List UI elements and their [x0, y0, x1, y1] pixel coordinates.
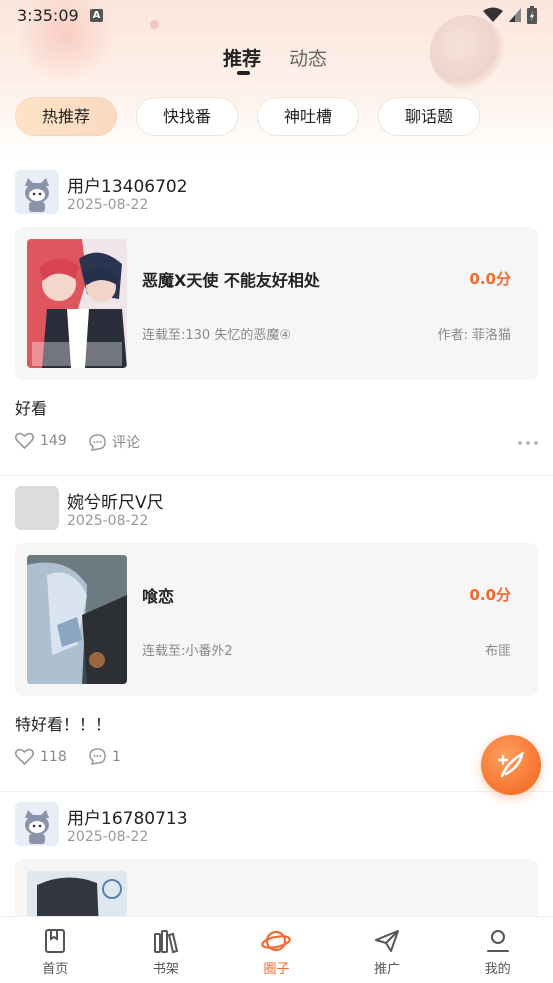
post-feed[interactable]: 用户13406702 2025-08-22 恶魔X天使 不能友好相处 0.0分 … — [0, 160, 553, 916]
chip-hot[interactable]: 热推荐 — [15, 97, 117, 136]
nav-bookshelf[interactable]: 书架 — [111, 917, 222, 983]
comment-label: 评论 — [112, 435, 140, 451]
status-bar: 3:35:09 A — [0, 0, 553, 32]
post-text: 特好看！！！ — [15, 715, 112, 734]
nav-label: 书架 — [152, 962, 179, 977]
book-card[interactable]: 恶魔X天使 不能友好相处 0.0分 连载至:130 失忆的恶魔④ 作者: 菲洛猫 — [15, 227, 538, 380]
tab-indicator — [237, 71, 250, 75]
like-count: 149 — [40, 432, 67, 449]
nav-label: 我的 — [484, 962, 511, 977]
cover-illustration — [27, 871, 127, 916]
chip-topic[interactable]: 聊话题 — [378, 97, 480, 136]
book-serial-status: 连载至:130 失忆的恶魔④ — [142, 328, 291, 343]
nav-circle[interactable]: 圈子 — [221, 917, 332, 983]
post-actions: 149 评论 — [15, 417, 538, 475]
username[interactable]: 用户16780713 — [67, 804, 188, 829]
profile-icon — [486, 930, 509, 952]
compose-button[interactable] — [481, 735, 541, 795]
post-card: 用户16780713 2025-08-22 — [0, 791, 553, 916]
username[interactable]: 婉兮昕尺V尺 — [67, 488, 164, 513]
comment-count: 1 — [112, 748, 121, 765]
notification-icon: A — [90, 9, 103, 22]
status-time: 3:35:09 — [17, 6, 79, 25]
battery-icon — [527, 6, 537, 24]
chip-find[interactable]: 快找番 — [136, 97, 238, 136]
tab-recommend[interactable]: 推荐 — [223, 44, 261, 71]
post-card: 用户13406702 2025-08-22 恶魔X天使 不能友好相处 0.0分 … — [0, 160, 553, 475]
nav-label: 推广 — [374, 962, 401, 977]
category-chips: 热推荐 快找番 神吐槽 聊话题 — [15, 97, 480, 136]
cover-illustration — [27, 239, 127, 368]
post-text: 好看 — [15, 399, 48, 418]
post-user-row[interactable]: 婉兮昕尺V尺 2025-08-22 — [15, 476, 538, 532]
like-count: 118 — [40, 748, 67, 765]
planet-icon — [261, 930, 292, 952]
quill-icon — [497, 751, 524, 778]
wifi-icon — [483, 7, 503, 22]
default-avatar-icon — [15, 170, 59, 214]
more-icon[interactable] — [518, 441, 538, 445]
book-cover[interactable] — [27, 555, 127, 684]
nav-label: 圈子 — [263, 962, 290, 977]
heart-icon — [15, 432, 34, 449]
chip-roast[interactable]: 神吐槽 — [257, 97, 359, 136]
book-title: 喰恋 — [142, 587, 175, 606]
post-actions: 118 1 — [15, 733, 538, 791]
book-score: 0.0分 — [469, 586, 511, 604]
status-icons — [483, 6, 537, 24]
like-button[interactable]: 149 — [15, 432, 67, 449]
book-author: 作者: 菲洛猫 — [437, 328, 511, 343]
comment-icon — [89, 433, 106, 451]
post-date: 2025-08-22 — [67, 197, 149, 213]
post-user-row[interactable]: 用户13406702 2025-08-22 — [15, 160, 538, 216]
book-cover[interactable] — [27, 871, 127, 916]
avatar[interactable] — [15, 486, 59, 530]
tab-feed[interactable]: 动态 — [289, 44, 327, 71]
paper-plane-icon — [375, 930, 400, 952]
comment-button[interactable]: 评论 — [89, 432, 140, 452]
book-card[interactable] — [15, 859, 538, 916]
nav-home[interactable]: 首页 — [0, 917, 111, 983]
book-cover[interactable] — [27, 239, 127, 368]
book-serial-status: 连载至:小番外2 — [142, 644, 233, 659]
bookshelf-icon — [153, 930, 179, 954]
bottom-nav: 首页 书架 圈子 推广 我的 — [0, 916, 553, 983]
post-date: 2025-08-22 — [67, 829, 149, 845]
post-date: 2025-08-22 — [67, 513, 149, 529]
comment-icon — [89, 748, 106, 765]
book-score: 0.0分 — [469, 270, 511, 288]
heart-icon — [15, 748, 34, 765]
nav-promote[interactable]: 推广 — [332, 917, 443, 983]
cover-illustration — [27, 555, 127, 684]
like-button[interactable]: 118 — [15, 748, 67, 765]
book-title: 恶魔X天使 不能友好相处 — [142, 271, 320, 290]
book-card[interactable]: 喰恋 0.0分 连载至:小番外2 布匪 — [15, 543, 538, 696]
post-user-row[interactable]: 用户16780713 2025-08-22 — [15, 792, 538, 848]
home-icon — [45, 929, 66, 953]
post-card: 婉兮昕尺V尺 2025-08-22 喰恋 0.0分 连载至:小番外2 布匪 特好 — [0, 475, 553, 791]
avatar[interactable] — [15, 170, 59, 214]
book-author: 布匪 — [484, 644, 511, 659]
avatar[interactable] — [15, 802, 59, 846]
nav-label: 首页 — [42, 962, 69, 977]
comment-button[interactable]: 1 — [89, 748, 121, 765]
username[interactable]: 用户13406702 — [67, 172, 188, 197]
nav-profile[interactable]: 我的 — [442, 917, 553, 983]
default-avatar-icon — [15, 802, 59, 846]
signal-icon — [509, 8, 521, 22]
